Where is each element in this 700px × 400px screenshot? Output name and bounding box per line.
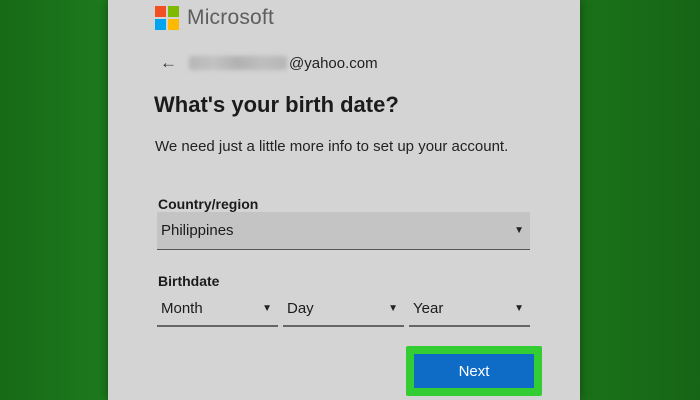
microsoft-logo-icon — [155, 6, 179, 30]
chevron-down-icon: ▼ — [262, 302, 272, 314]
microsoft-logo: Microsoft — [155, 6, 274, 30]
page-description: We need just a little more info to set u… — [155, 138, 509, 155]
account-email-row: ← @yahoo.com — [160, 53, 378, 73]
country-value: Philippines — [161, 222, 234, 239]
page-title: What's your birth date? — [154, 92, 399, 117]
signup-panel: Microsoft ← @yahoo.com What's your birth… — [108, 0, 580, 400]
next-button[interactable]: Next — [414, 354, 534, 388]
month-select[interactable]: Month ▼ — [157, 291, 278, 327]
arrow-left-icon[interactable]: ← — [160, 53, 177, 73]
brand-name: Microsoft — [187, 6, 274, 29]
birthdate-label: Birthdate — [158, 273, 220, 289]
chevron-down-icon: ▼ — [514, 225, 524, 236]
month-value: Month — [161, 299, 203, 317]
year-select[interactable]: Year ▼ — [409, 291, 530, 327]
chevron-down-icon: ▼ — [388, 302, 398, 314]
day-select[interactable]: Day ▼ — [283, 291, 404, 327]
country-label: Country/region — [158, 196, 259, 212]
year-value: Year — [413, 299, 444, 317]
day-value: Day — [287, 299, 314, 317]
email-domain: @yahoo.com — [289, 54, 378, 72]
redacted-username — [189, 56, 287, 70]
chevron-down-icon: ▼ — [514, 302, 524, 314]
country-select[interactable]: Philippines ▼ — [157, 212, 530, 250]
